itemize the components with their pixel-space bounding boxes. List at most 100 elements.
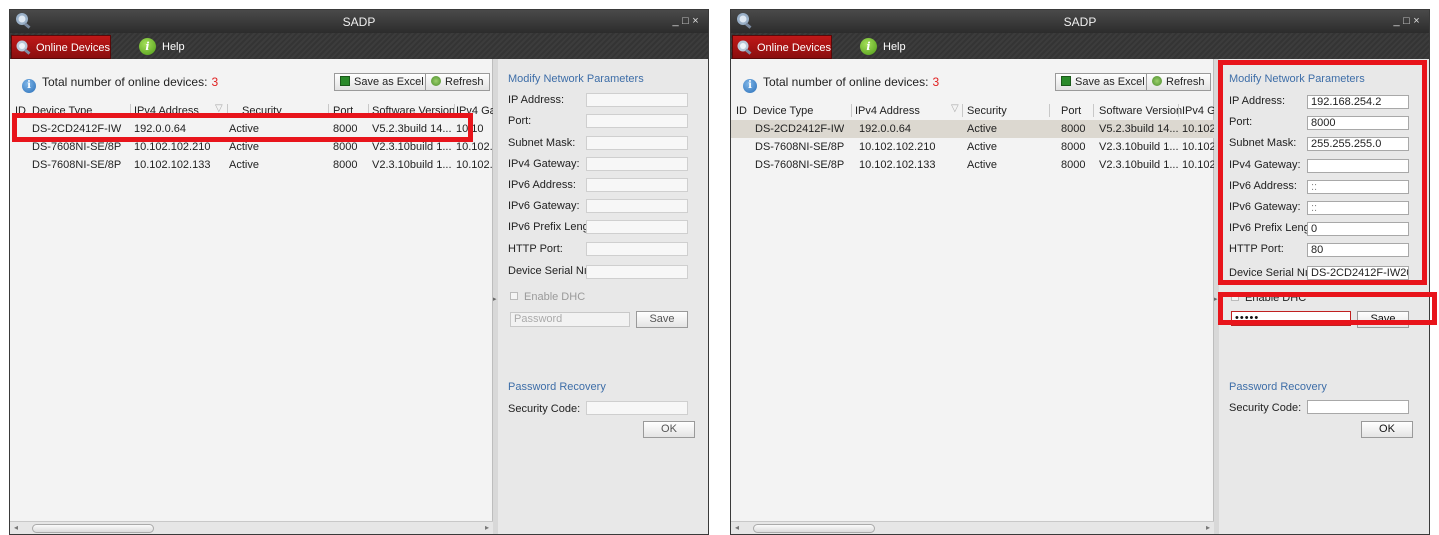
table-row[interactable]: DS-7608NI-SE/8P 10.102.102.133 Active 80…	[10, 156, 493, 174]
maximize-button[interactable]: □	[682, 15, 692, 27]
cell-security: Active	[229, 159, 259, 171]
cell-ipv4-gateway: 10.102.	[456, 159, 492, 171]
ip-address-label: IP Address:	[508, 94, 565, 106]
ipv4-gateway-label: IPv4 Gateway:	[508, 158, 580, 170]
tab-help[interactable]: i Help	[857, 35, 937, 59]
tab-help-label: Help	[162, 41, 185, 53]
table-row[interactable]: DS-7608NI-SE/8P 10.102.102.210 Active 80…	[731, 138, 1214, 156]
http-port-label: HTTP Port:	[508, 243, 563, 255]
col-ipv4-address[interactable]: IPv4 Address	[855, 105, 920, 117]
refresh-button[interactable]: Refresh	[1146, 73, 1211, 91]
device-count-label: Total number of online devices:	[763, 75, 929, 89]
device-count-summary: i Total number of online devices: 3	[743, 75, 939, 93]
online-devices-icon	[737, 40, 752, 55]
table-row[interactable]: DS-2CD2412F-IW 192.0.0.64 Active 8000 V5…	[731, 120, 1214, 138]
tab-help[interactable]: i Help	[136, 35, 216, 59]
horizontal-scrollbar[interactable]: ◂ ▸	[10, 521, 493, 534]
info-icon: i	[22, 79, 36, 93]
excel-icon	[340, 76, 350, 86]
scrollbar-thumb[interactable]	[32, 524, 154, 533]
window-title: SADP	[1063, 15, 1097, 29]
splitter-grip-icon[interactable]: ▸	[1214, 295, 1218, 303]
close-button[interactable]: ×	[1413, 15, 1423, 27]
cell-port: 8000	[1061, 141, 1086, 153]
cell-device-type: DS-2CD2412F-IW	[755, 123, 845, 135]
device-list-pane: i Total number of online devices: 3 Save a…	[731, 59, 1222, 534]
save-as-excel-button[interactable]: Save as Excel	[1055, 73, 1151, 91]
col-security[interactable]: Security	[967, 105, 1007, 117]
refresh-button[interactable]: Refresh	[425, 73, 490, 91]
cell-software-version: V2.3.10build 1...	[372, 141, 452, 153]
minimize-button[interactable]: _	[1393, 15, 1403, 27]
port-label: Port:	[508, 115, 532, 127]
scroll-right-icon[interactable]: ▸	[1206, 523, 1210, 532]
device-count-label: Total number of online devices:	[42, 75, 208, 89]
table-row[interactable]: DS-7608NI-SE/8P 10.102.102.133 Active 80…	[731, 156, 1214, 174]
ok-button[interactable]: OK	[643, 421, 695, 438]
enable-dhcp-checkbox[interactable]: Enable DHC	[510, 291, 585, 303]
ok-button[interactable]: OK	[1361, 421, 1413, 438]
save-as-excel-label: Save as Excel	[354, 76, 424, 88]
subnet-mask-label: Subnet Mask:	[508, 137, 576, 149]
cell-security: Active	[967, 141, 997, 153]
security-code-field[interactable]	[1307, 400, 1409, 414]
cell-software-version: V2.3.10build 1...	[372, 159, 452, 171]
tab-online-devices[interactable]: Online Devices	[732, 35, 832, 59]
tab-online-devices[interactable]: Online Devices	[11, 35, 111, 59]
password-field[interactable]: Password	[510, 312, 630, 327]
ipv4-gateway-field[interactable]	[586, 157, 688, 171]
cell-ipv4-gateway: 10.102.	[1182, 141, 1214, 153]
network-parameters-pane: Modify Network Parameters IP Address: Po…	[498, 59, 708, 534]
sadp-window-before: SADP _□× Online Devices i Help i Total nu…	[9, 9, 709, 535]
scroll-left-icon[interactable]: ◂	[14, 523, 18, 532]
cell-ipv4-gateway: 10.102.	[1182, 123, 1214, 135]
highlight-selected-device-row	[12, 113, 473, 142]
cell-port: 8000	[333, 159, 358, 171]
enable-dhcp-label: Enable DHC	[524, 291, 586, 303]
col-separator[interactable]	[851, 104, 852, 117]
cell-ipv4-address: 10.102.102.133	[134, 159, 211, 171]
ipv6-address-field[interactable]	[586, 178, 688, 192]
device-serial-field[interactable]	[586, 265, 688, 279]
maximize-button[interactable]: □	[1403, 15, 1413, 27]
col-id[interactable]: ID	[736, 105, 747, 117]
ip-address-field[interactable]	[586, 93, 688, 107]
save-as-excel-label: Save as Excel	[1075, 76, 1145, 88]
ipv6-gateway-field[interactable]	[586, 199, 688, 213]
title-bar[interactable]: SADP _□×	[10, 10, 708, 33]
save-button[interactable]: Save	[636, 311, 688, 328]
http-port-field[interactable]	[586, 242, 688, 256]
highlight-network-parameters	[1218, 60, 1427, 285]
cell-port: 8000	[1061, 159, 1086, 171]
minimize-button[interactable]: _	[672, 15, 682, 27]
cell-device-type: DS-7608NI-SE/8P	[755, 159, 845, 171]
scroll-left-icon[interactable]: ◂	[735, 523, 739, 532]
scrollbar-thumb[interactable]	[753, 524, 875, 533]
col-separator[interactable]	[1178, 104, 1179, 117]
cell-device-type: DS-7608NI-SE/8P	[32, 141, 122, 153]
device-table-body: DS-2CD2412F-IW 192.0.0.64 Active 8000 V5…	[731, 120, 1214, 174]
col-separator[interactable]	[1093, 104, 1094, 117]
col-separator[interactable]	[962, 104, 963, 117]
col-port[interactable]: Port	[1061, 105, 1081, 117]
title-bar[interactable]: SADP _□×	[731, 10, 1429, 33]
cell-port: 8000	[333, 141, 358, 153]
checkbox-icon[interactable]	[510, 292, 518, 300]
col-software-version[interactable]: Software Version	[1099, 105, 1182, 117]
cell-device-type: DS-7608NI-SE/8P	[32, 159, 122, 171]
port-field[interactable]	[586, 114, 688, 128]
splitter-grip-icon[interactable]: ▸	[493, 295, 497, 303]
col-device-type[interactable]: Device Type	[753, 105, 813, 117]
subnet-mask-field[interactable]	[586, 136, 688, 150]
col-separator[interactable]	[1049, 104, 1050, 117]
ipv6-prefix-length-field[interactable]	[586, 220, 688, 234]
window-title: SADP	[342, 15, 376, 29]
save-as-excel-button[interactable]: Save as Excel	[334, 73, 430, 91]
cell-ipv4-address: 10.102.102.133	[859, 159, 936, 171]
scroll-right-icon[interactable]: ▸	[485, 523, 489, 532]
horizontal-scrollbar[interactable]: ◂ ▸	[731, 521, 1214, 534]
security-code-field[interactable]	[586, 401, 688, 415]
cell-security: Active	[967, 159, 997, 171]
main-toolbar: Online Devices i Help	[10, 33, 708, 59]
close-button[interactable]: ×	[692, 15, 702, 27]
